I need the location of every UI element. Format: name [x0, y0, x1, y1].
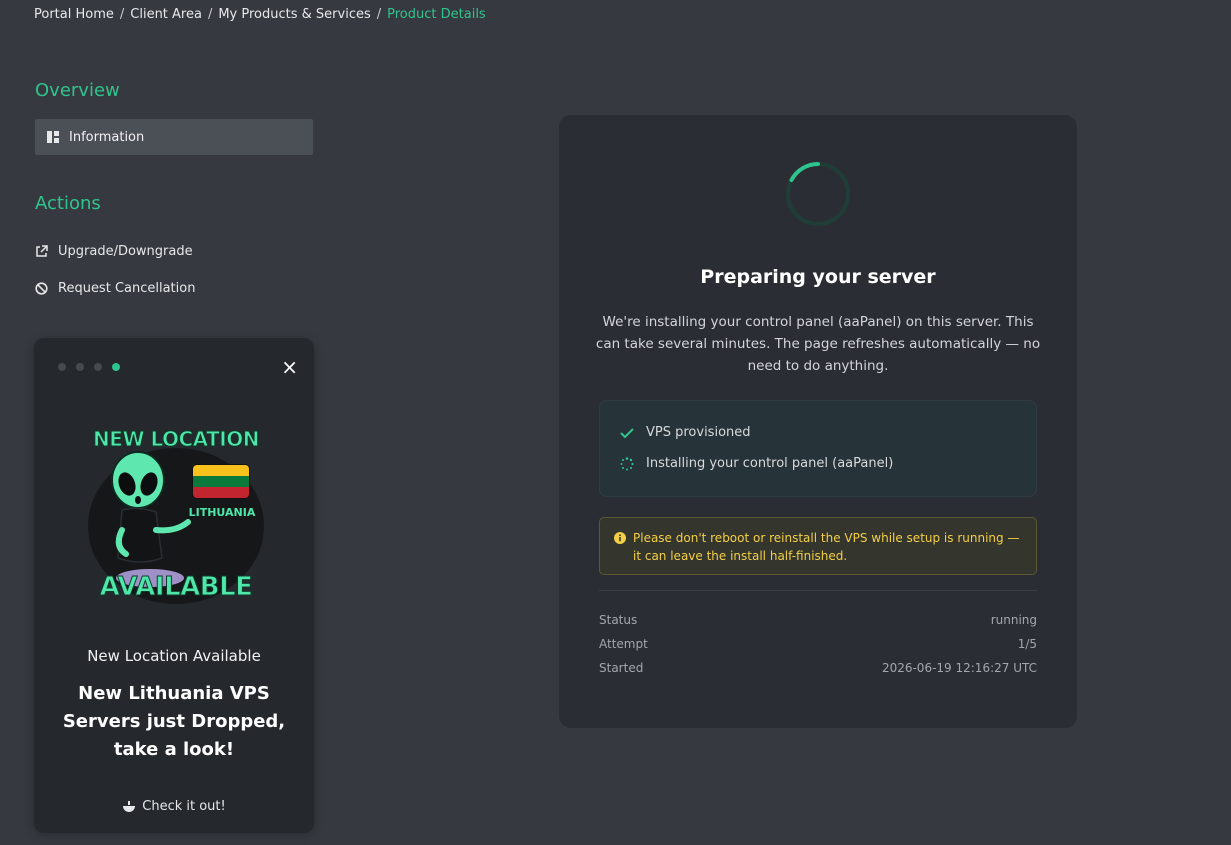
divider — [599, 590, 1037, 591]
step-installing-panel: Installing your control panel (aaPanel) — [620, 456, 893, 471]
setup-description: We're installing your control panel (aaP… — [595, 314, 1041, 374]
started-value: 2026-06-19 12:16:27 UTC — [881, 661, 1037, 675]
attempt-label: Attempt — [599, 637, 648, 651]
setup-warning: Please don't reboot or reinstall the VPS… — [599, 517, 1037, 575]
status-row: Status running — [599, 613, 1037, 627]
started-label: Started — [599, 661, 644, 675]
carousel-dot-active[interactable] — [112, 363, 120, 371]
breadcrumb-separator: / — [119, 7, 125, 22]
sidebar-item-label: Request Cancellation — [58, 281, 196, 296]
sidebar-item-information[interactable]: Information — [35, 119, 313, 155]
promo-popup: × LITHUANIA NEW LOCATION AVAILABLE New L… — [34, 338, 314, 833]
loading-spinner-icon — [786, 162, 850, 226]
step-label: VPS provisioned — [646, 425, 751, 440]
promo-headline: New Lithuania VPS Servers just Dropped, … — [62, 683, 286, 760]
carousel-dot[interactable] — [76, 363, 84, 371]
carousel-dot[interactable] — [94, 363, 102, 371]
overview-heading: Overview — [35, 80, 120, 101]
breadcrumb-product-details: Product Details — [387, 7, 486, 22]
promo-image-subtitle: AVAILABLE — [99, 572, 253, 603]
promo-image: LITHUANIA NEW LOCATION AVAILABLE — [78, 422, 274, 612]
breadcrumb-my-products[interactable]: My Products & Services — [218, 7, 370, 22]
warning-text: Please don't reboot or reinstall the VPS… — [633, 531, 1020, 563]
info-icon — [614, 532, 626, 544]
check-it-out-button[interactable]: Check it out! — [34, 799, 314, 814]
check-it-out-label: Check it out! — [142, 799, 226, 814]
sidebar-item-label: Upgrade/Downgrade — [58, 244, 193, 259]
ban-icon — [35, 282, 48, 295]
bowl-icon — [123, 801, 136, 812]
external-link-icon — [36, 245, 48, 257]
lithuania-flag-icon — [192, 464, 250, 499]
attempt-value: 1/5 — [1017, 637, 1037, 651]
breadcrumb-client-area[interactable]: Client Area — [130, 7, 202, 22]
setup-steps: VPS provisioned Installing your control … — [599, 400, 1037, 497]
promo-image-title: NEW LOCATION — [93, 427, 260, 452]
sidebar-item-request-cancellation[interactable]: Request Cancellation — [35, 281, 195, 296]
actions-heading: Actions — [35, 193, 101, 214]
carousel-dots — [58, 363, 120, 371]
sidebar-item-label: Information — [69, 129, 145, 145]
loading-dots-icon — [620, 456, 634, 470]
breadcrumb-separator: / — [376, 7, 382, 22]
sidebar-item-upgrade[interactable]: Upgrade/Downgrade — [35, 244, 193, 259]
breadcrumb-portal-home[interactable]: Portal Home — [34, 7, 114, 22]
status-label: Status — [599, 613, 638, 627]
breadcrumb: Portal Home / Client Area / My Products … — [34, 7, 486, 22]
carousel-dot[interactable] — [58, 363, 66, 371]
close-icon[interactable]: × — [281, 357, 298, 377]
attempt-row: Attempt 1/5 — [599, 637, 1037, 651]
step-label: Installing your control panel (aaPanel) — [646, 456, 894, 471]
breadcrumb-separator: / — [207, 7, 213, 22]
status-value: running — [990, 613, 1037, 627]
step-vps-provisioned: VPS provisioned — [620, 425, 751, 440]
promo-subtitle: New Location Available — [87, 647, 261, 665]
started-row: Started 2026-06-19 12:16:27 UTC — [599, 661, 1037, 675]
check-icon — [620, 427, 634, 438]
setup-title: Preparing your server — [700, 266, 936, 288]
setup-status-card: Preparing your server We're installing y… — [559, 115, 1077, 728]
dashboard-icon — [47, 131, 59, 143]
promo-image-country: LITHUANIA — [188, 506, 256, 519]
